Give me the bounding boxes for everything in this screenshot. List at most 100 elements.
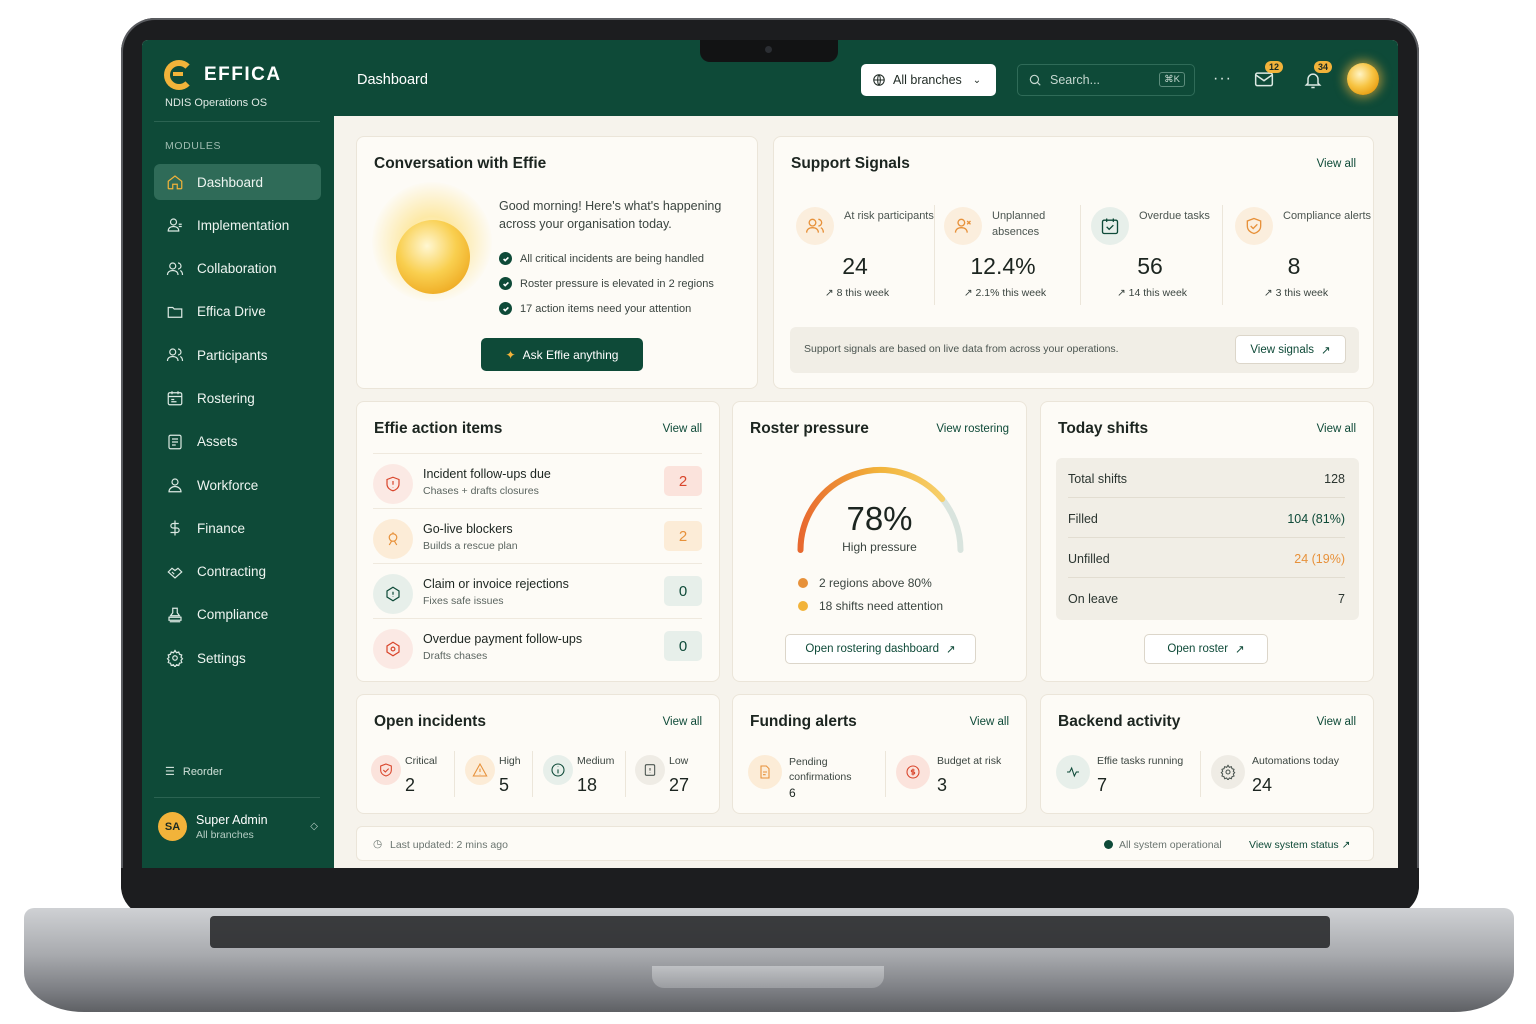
ask-effie-button[interactable]: ✦ Ask Effie anything [481,338,643,371]
sidebar-item-implementation[interactable]: Implementation [154,207,321,243]
user-menu[interactable]: SA Super Admin All branches ◇ [158,812,318,841]
signal-trend-text: 14 this week [1128,287,1188,299]
open-roster-button[interactable]: Open roster ↗ [1144,634,1268,664]
sidebar-item-rostering[interactable]: Rostering [154,380,321,416]
divider [934,205,935,305]
legend-item: 18 shifts need attention [798,599,943,613]
signal-overdue[interactable]: Overdue tasks 56 ↗ 14 this week [1091,205,1234,305]
branch-selector[interactable]: All branches ⌄ [861,64,996,96]
view-all-link[interactable]: View all [1317,716,1356,728]
action-items-card: Effie action items View all Incident fol… [356,401,720,682]
user-scope: All branches [196,828,254,841]
sidebar-item-label: Collaboration [197,261,277,277]
sidebar-item-collaboration[interactable]: Collaboration [154,251,321,287]
effie-orb-avatar[interactable] [1347,63,1379,95]
search-shortcut: ⌘K [1159,72,1185,87]
open-rostering-button[interactable]: Open rostering dashboard ↗ [785,634,976,664]
sidebar-item-compliance[interactable]: Compliance [154,597,321,633]
sidebar-item-participants[interactable]: Participants [154,337,321,373]
list-item[interactable]: Go-live blockers Builds a rescue plan 2 [373,508,702,563]
calendar-icon [165,388,185,408]
signal-value: 56 [1137,253,1163,279]
reorder-label: Reorder [182,765,223,778]
topbar: Dashboard All branches ⌄ Search... ⌘K ··… [334,40,1398,116]
view-signals-button[interactable]: View signals ↗ [1235,335,1346,364]
system-status: All system operational [1119,839,1222,851]
check-icon [499,252,512,265]
dollar-icon [165,518,185,538]
view-all-link[interactable]: View all [1317,423,1356,435]
table-row: Total shifts 128 [1068,458,1345,498]
signal-at-risk[interactable]: At risk participants 24 ↗ 8 this week [796,205,939,305]
sidebar-item-label: Finance [197,520,246,536]
rescue-icon [373,519,413,559]
sidebar-item-label: Dashboard [197,174,264,190]
sidebar-item-settings[interactable]: Settings [154,640,321,676]
sidebar-item-workforce[interactable]: Workforce [154,467,321,503]
shield-check-icon [1235,207,1273,245]
view-all-link[interactable]: View all [663,716,702,728]
open-rostering-label: Open rostering dashboard [805,643,939,655]
chevron-down-icon: ⌄ [972,74,982,86]
sidebar-item-label: Assets [197,434,238,450]
incident-label: Low [669,755,689,767]
search-icon [1029,74,1041,86]
app-name: EFFICA [204,64,282,85]
user-absent-icon [944,207,982,245]
notifications-button[interactable]: 34 [1303,61,1333,95]
bell-badge: 34 [1314,61,1333,73]
document-icon [748,755,782,789]
list-item[interactable]: Incident follow-ups due Chases + drafts … [373,453,702,508]
sidebar-item-contracting[interactable]: Contracting [154,554,321,590]
signal-trend: ↗ 8 this week [824,287,890,299]
open-incidents-card: Open incidents View all Critical 2 High … [356,694,720,814]
mail-button[interactable]: 12 [1254,61,1284,93]
signal-compliance[interactable]: Compliance alerts 8 ↗ 3 this week [1235,205,1378,305]
funding-value: 6 [789,786,796,800]
view-all-link[interactable]: View all [663,423,702,435]
reorder-button[interactable]: ☰ Reorder [165,765,223,779]
item-subtitle: Drafts chases [423,650,488,662]
row-value: 7 [1338,592,1345,606]
view-all-link[interactable]: View all [970,716,1009,728]
divider [1080,205,1081,305]
camera-icon [765,46,772,53]
check-text: Roster pressure is elevated in 2 regions [520,277,714,290]
search-input[interactable]: Search... ⌘K [1017,64,1195,96]
view-all-link[interactable]: View all [1317,158,1356,170]
row-value: 104 (81%) [1287,512,1345,526]
more-icon[interactable]: ··· [1213,70,1232,88]
external-link-icon: ↗ [1341,839,1351,851]
sidebar-item-finance[interactable]: Finance [154,510,321,546]
signal-trend-text: 2.1% this week [975,287,1047,299]
check-text: All critical incidents are being handled [520,252,705,265]
folder-icon [165,302,185,322]
handshake-icon [165,562,185,582]
sidebar-item-label: Participants [197,347,268,363]
gauge-value: 78% [846,500,913,537]
bell-icon [1304,73,1322,89]
list-item[interactable]: Claim or invoice rejections Fixes safe i… [373,563,702,618]
user-name: Super Admin [196,812,268,827]
sidebar-item-assets[interactable]: Assets [154,424,321,460]
check-icon [499,277,512,290]
budget-risk-icon [896,755,930,789]
section-label: MODULES [165,140,222,152]
logo[interactable]: EFFICA [164,60,282,90]
signal-label: At risk participants [844,210,934,222]
signal-absences[interactable]: Unplanned absences 12.4% ↗ 2.1% this wee… [944,205,1087,305]
gauge-status: High pressure [842,540,917,554]
search-placeholder: Search... [1050,73,1101,87]
item-subtitle: Builds a rescue plan [423,540,518,552]
divider [625,751,626,797]
warning-icon [465,755,495,785]
sidebar-item-dashboard[interactable]: Dashboard [154,164,321,200]
list-item[interactable]: Overdue payment follow-ups Drafts chases… [373,618,702,673]
sparkle-icon: ✦ [505,347,516,362]
view-rostering-link[interactable]: View rostering [936,423,1009,435]
check-item: All critical incidents are being handled [499,252,704,265]
view-system-status-link[interactable]: View system status ↗ [1249,839,1350,851]
item-count: 0 [664,631,702,661]
sidebar-item-effica-drive[interactable]: Effica Drive [154,294,321,330]
item-title: Incident follow-ups due [423,467,551,481]
